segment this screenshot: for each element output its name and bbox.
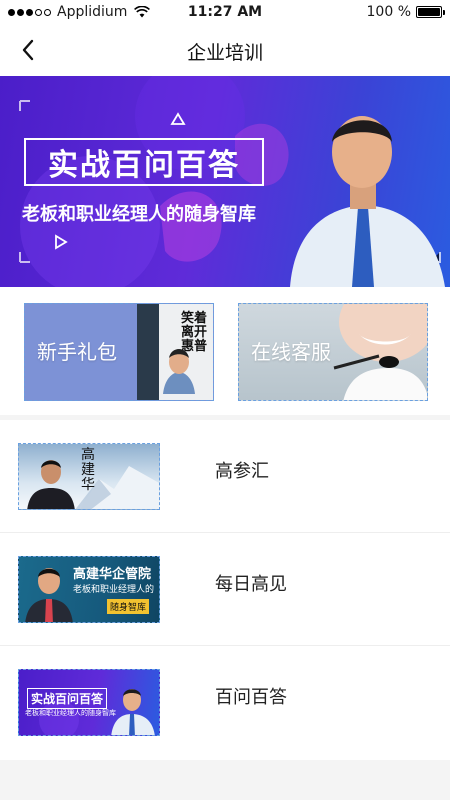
status-bar: Applidium 11:27 AM 100 % xyxy=(0,0,450,24)
thumbnail-title: 高建华企管院 xyxy=(73,567,152,582)
thumbnail-sub: 老板和职业经理人的随身智库 xyxy=(25,709,116,717)
nav-bar: 企业培训 xyxy=(0,24,450,76)
battery-icon xyxy=(416,6,445,18)
list-item-gaocanhui[interactable]: 高建华 高参汇 xyxy=(0,420,450,533)
thumbnail: 实战百问百答 老板和职业经理人的随身智库 xyxy=(18,669,160,736)
book-cover: 笑着离开惠普 xyxy=(137,304,213,400)
battery-fill xyxy=(418,8,440,16)
thumbnail-calligraphy: 高建华 xyxy=(81,447,95,493)
list-item-label: 高参汇 xyxy=(215,461,269,482)
thumbnail: 高建华企管院 老板和职业经理人的 随身智库 xyxy=(18,556,160,623)
thumbnail-art xyxy=(25,568,73,622)
newbie-gift-label: 新手礼包 xyxy=(37,340,117,364)
signal-strength-icon xyxy=(8,8,51,16)
thumbnail-line2: 随身智库 xyxy=(107,599,150,614)
list-item-label: 百问百答 xyxy=(215,687,287,708)
back-button[interactable] xyxy=(10,32,46,68)
thumbnail: 高建华 xyxy=(18,443,160,510)
carrier-name: Applidium xyxy=(57,4,128,20)
page-title: 企业培训 xyxy=(186,42,263,64)
thumbnail-line1: 老板和职业经理人的 xyxy=(73,585,155,595)
wifi-icon xyxy=(134,6,151,18)
newbie-gift-card[interactable]: 笑着离开惠普 新手礼包 xyxy=(24,303,214,401)
banner-title: 实战百问百答 xyxy=(24,138,264,186)
status-left: Applidium xyxy=(8,4,151,20)
banner-subtitle: 老板和职业经理人的随身智库 xyxy=(22,204,256,225)
status-right: 100 % xyxy=(366,4,445,20)
presenter-photo xyxy=(290,116,445,287)
online-service-label: 在线客服 xyxy=(251,340,331,364)
online-service-card[interactable]: 在线客服 xyxy=(238,303,428,401)
quick-actions: 笑着离开惠普 新手礼包 在线客服 xyxy=(0,287,450,415)
thumbnail-title: 实战百问百答 xyxy=(27,688,108,709)
course-list: 高建华 高参汇 高建华企管院 老板和职业经理人的 随身智库 每日高见 实战百问百… xyxy=(0,420,450,760)
list-item-daily-insight[interactable]: 高建华企管院 老板和职业经理人的 随身智库 每日高见 xyxy=(0,533,450,646)
list-item-label: 每日高见 xyxy=(215,574,287,595)
hero-banner[interactable]: 实战百问百答 老板和职业经理人的随身智库 xyxy=(0,76,450,287)
back-arrow-icon xyxy=(22,39,34,61)
battery-percent: 100 % xyxy=(366,4,411,20)
list-item-qa[interactable]: 实战百问百答 老板和职业经理人的随身智库 百问百答 xyxy=(0,646,450,759)
author-photo xyxy=(163,349,195,394)
